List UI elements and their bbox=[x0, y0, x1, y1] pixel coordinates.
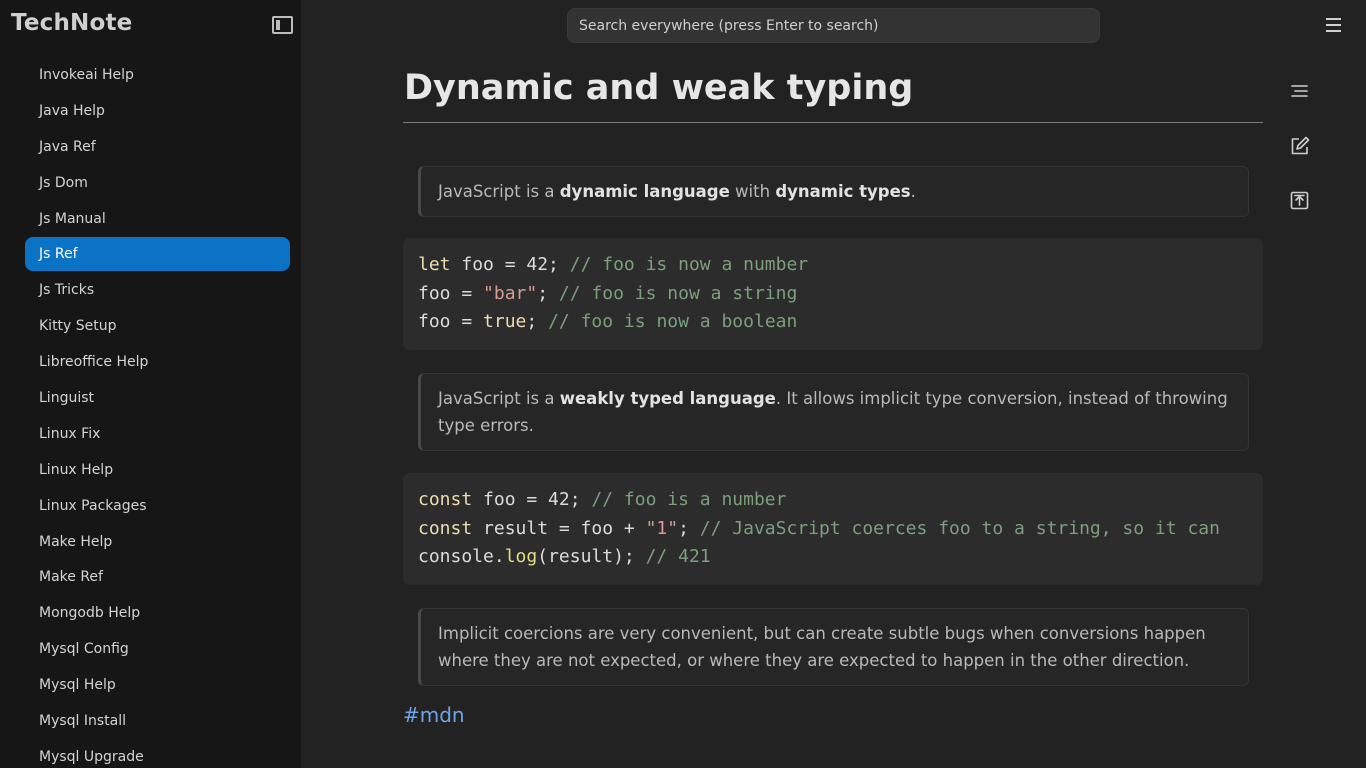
code-keyword: let bbox=[418, 254, 451, 275]
sidebar-nav: Invokeai Help Java Help Java Ref Js Dom … bbox=[25, 58, 290, 768]
blockquote-dynamic-types: JavaScript is a dynamic language with dy… bbox=[418, 166, 1249, 217]
sidebar-item-make-ref[interactable]: Make Ref bbox=[25, 560, 290, 594]
sidebar-item-mysql-install[interactable]: Mysql Install bbox=[25, 704, 290, 738]
code-text: ; bbox=[678, 517, 700, 539]
callout-bold: dynamic language bbox=[559, 182, 730, 201]
export-icon[interactable] bbox=[1289, 190, 1310, 211]
code-text: result = foo + bbox=[472, 517, 646, 539]
code-text: ; bbox=[526, 311, 549, 332]
callout-text: JavaScript is a bbox=[438, 182, 560, 201]
sidebar-item-libreoffice-help[interactable]: Libreoffice Help bbox=[25, 345, 290, 379]
sidebar-item-java-help[interactable]: Java Help bbox=[25, 94, 290, 128]
callout-text: with bbox=[729, 182, 776, 201]
sidebar-item-java-ref[interactable]: Java Ref bbox=[25, 130, 290, 164]
menu-bar-line bbox=[1326, 18, 1341, 20]
code-comment: // foo is now a number bbox=[569, 254, 809, 275]
hamburger-menu-icon[interactable] bbox=[1326, 18, 1341, 32]
code-keyword: const bbox=[418, 517, 473, 539]
code-comment: // foo is now a boolean bbox=[548, 311, 798, 332]
code-function: log bbox=[504, 546, 538, 567]
title-divider bbox=[403, 122, 1263, 123]
code-string: "1" bbox=[645, 517, 679, 539]
menu-bar-line bbox=[1326, 30, 1341, 32]
callout-bold: weakly typed language bbox=[559, 389, 776, 408]
code-line: const result = foo + "1"; // JavaScript … bbox=[418, 518, 1220, 539]
code-text: console. bbox=[418, 546, 505, 567]
code-comment: // foo is now a string bbox=[558, 282, 798, 304]
callout-text: Implicit coercions are very convenient, … bbox=[438, 624, 1206, 670]
sidebar: TechNote Invokeai Help Java Help Java Re… bbox=[0, 0, 301, 768]
sidebar-item-kitty-setup[interactable]: Kitty Setup bbox=[25, 309, 290, 343]
edit-icon[interactable] bbox=[1289, 136, 1310, 157]
sidebar-item-invokeai-help[interactable]: Invokeai Help bbox=[25, 58, 290, 92]
sidebar-item-linux-help[interactable]: Linux Help bbox=[25, 453, 290, 487]
code-line: foo = true; // foo is now a boolean bbox=[418, 311, 797, 332]
sidebar-item-linguist[interactable]: Linguist bbox=[25, 381, 290, 415]
code-string: "bar" bbox=[483, 282, 538, 304]
sidebar-item-js-ref[interactable]: Js Ref bbox=[25, 237, 290, 272]
page-title: Dynamic and weak typing bbox=[404, 68, 914, 108]
search-input[interactable] bbox=[567, 8, 1100, 43]
callout-text: . bbox=[910, 182, 916, 201]
note-content: Dynamic and weak typing JavaScript is a … bbox=[403, 60, 1263, 727]
code-text: ; bbox=[537, 282, 559, 304]
code-block-coercion: const foo = 42; // foo is a number const… bbox=[403, 473, 1263, 585]
sidebar-item-mongodb-help[interactable]: Mongodb Help bbox=[25, 596, 290, 630]
sidebar-toggle-icon[interactable] bbox=[272, 16, 293, 34]
code-text: foo = bbox=[418, 282, 484, 304]
code-text: foo = bbox=[418, 311, 484, 332]
code-text: foo = 42; bbox=[450, 254, 570, 275]
code-comment: // foo is a number bbox=[591, 489, 787, 510]
sidebar-item-mysql-config[interactable]: Mysql Config bbox=[25, 632, 290, 666]
code-line: foo = "bar"; // foo is now a string bbox=[418, 283, 797, 304]
outline-icon[interactable] bbox=[1289, 81, 1310, 102]
code-block-dynamic: let foo = 42; // foo is now a number foo… bbox=[403, 238, 1263, 350]
blockquote-implicit-coercions: Implicit coercions are very convenient, … bbox=[418, 608, 1249, 686]
code-text: (result); bbox=[537, 546, 646, 567]
sidebar-item-js-manual[interactable]: Js Manual bbox=[25, 202, 290, 236]
tag-link-mdn[interactable]: #mdn bbox=[403, 703, 465, 727]
menu-bar-line bbox=[1326, 24, 1341, 26]
sidebar-item-mysql-help[interactable]: Mysql Help bbox=[25, 668, 290, 702]
sidebar-item-js-tricks[interactable]: Js Tricks bbox=[25, 273, 290, 307]
sidebar-item-linux-packages[interactable]: Linux Packages bbox=[25, 489, 290, 523]
code-keyword: const bbox=[418, 489, 473, 510]
callout-bold: dynamic types bbox=[775, 182, 911, 201]
code-keyword: true bbox=[483, 311, 527, 332]
code-comment: // 421 bbox=[645, 546, 711, 567]
code-line: console.log(result); // 421 bbox=[418, 546, 711, 567]
callout-text: JavaScript is a bbox=[438, 389, 560, 408]
sidebar-item-mysql-upgrade[interactable]: Mysql Upgrade bbox=[25, 740, 290, 768]
code-comment: // JavaScript coerces foo to a string, s… bbox=[699, 517, 1220, 539]
blockquote-weak-typing: JavaScript is a weakly typed language. I… bbox=[418, 373, 1249, 451]
sidebar-item-js-dom[interactable]: Js Dom bbox=[25, 166, 290, 200]
code-line: const foo = 42; // foo is a number bbox=[418, 489, 786, 510]
code-text: foo = 42; bbox=[472, 489, 592, 510]
sidebar-item-make-help[interactable]: Make Help bbox=[25, 525, 290, 559]
app-brand[interactable]: TechNote bbox=[11, 10, 133, 36]
code-line: let foo = 42; // foo is now a number bbox=[418, 254, 808, 275]
sidebar-item-linux-fix[interactable]: Linux Fix bbox=[25, 417, 290, 451]
